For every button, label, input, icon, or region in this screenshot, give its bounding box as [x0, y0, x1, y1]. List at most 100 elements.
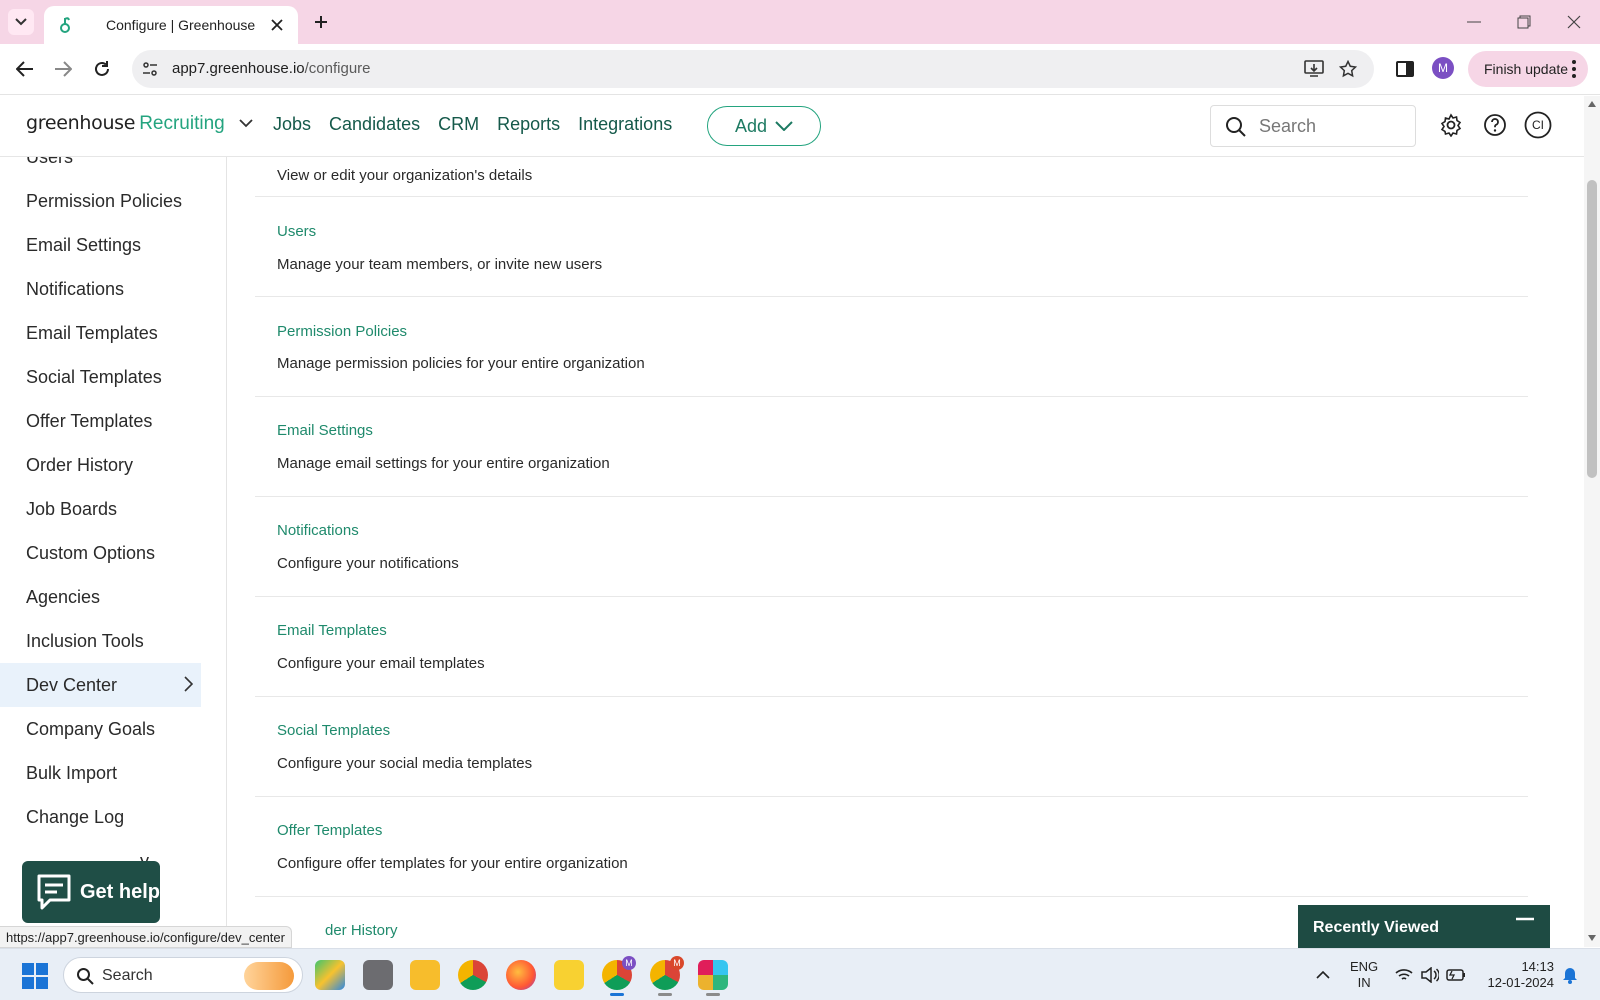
search-icon	[77, 968, 94, 985]
config-row-notifications: Notifications Configure your notificatio…	[255, 497, 1528, 597]
chrome-profile-2-icon[interactable]: M	[650, 956, 684, 996]
sidebar-item-email-templates[interactable]: Email Templates	[0, 311, 201, 355]
search-icon	[1226, 117, 1246, 137]
config-row-email-settings: Email Settings Manage email settings for…	[255, 397, 1528, 497]
show-hidden-icons-button[interactable]	[1313, 965, 1333, 985]
firefox-icon[interactable]	[506, 960, 536, 990]
nav-jobs[interactable]: Jobs	[273, 114, 311, 135]
sidebar-item-change-log[interactable]: Change Log	[0, 795, 201, 839]
restore-icon	[1517, 15, 1531, 29]
restore-window-button[interactable]	[1510, 8, 1538, 36]
search-input[interactable]	[1259, 114, 1409, 138]
config-row-organization: View or edit your organization's details	[255, 157, 1528, 197]
task-view-icon[interactable]	[363, 960, 393, 990]
sidebar-item-company-goals[interactable]: Company Goals	[0, 707, 201, 751]
forward-button[interactable]	[50, 56, 76, 82]
config-link-users[interactable]: Users	[277, 223, 316, 240]
bookmark-star-icon[interactable]	[1338, 59, 1358, 79]
page-scrollbar[interactable]	[1584, 96, 1600, 947]
sidebar-item-bulk-import[interactable]: Bulk Import	[0, 751, 201, 795]
address-bar[interactable]: app7.greenhouse.io/configure	[132, 50, 1374, 88]
recently-viewed-label: Recently Viewed	[1313, 919, 1439, 936]
chrome-profile-1-icon[interactable]: M	[602, 956, 636, 996]
copilot-app-icon[interactable]	[315, 960, 345, 990]
user-avatar[interactable]: CI	[1524, 111, 1552, 139]
sidebar-item-email-settings[interactable]: Email Settings	[0, 223, 201, 267]
wifi-icon[interactable]	[1394, 965, 1414, 985]
chrome-icon[interactable]	[458, 960, 488, 990]
slack-icon[interactable]	[698, 960, 728, 996]
sidebar-item-order-history[interactable]: Order History	[0, 443, 201, 487]
chat-bubble-icon	[37, 874, 71, 910]
windows-taskbar: Search M M ENG IN 14:13 12-01-2024	[0, 948, 1600, 1000]
add-button[interactable]: Add	[707, 106, 821, 146]
windows-start-button[interactable]	[22, 963, 48, 989]
sidebar-item-custom-options[interactable]: Custom Options	[0, 531, 201, 575]
sidebar-item-social-templates[interactable]: Social Templates	[0, 355, 201, 399]
volume-icon[interactable]	[1420, 965, 1440, 985]
config-row-description: Manage permission policies for your enti…	[277, 355, 645, 372]
close-icon	[271, 19, 283, 31]
profile-avatar[interactable]: M	[1432, 57, 1454, 79]
header-search[interactable]	[1210, 105, 1416, 147]
config-link-email-templates[interactable]: Email Templates	[277, 622, 387, 639]
get-help-button[interactable]: Get help	[22, 861, 160, 923]
config-link-email-settings[interactable]: Email Settings	[277, 422, 373, 439]
finish-update-button[interactable]: Finish update	[1468, 51, 1588, 87]
config-link-order-history[interactable]: der History	[325, 922, 398, 939]
sidebar-item-offer-templates[interactable]: Offer Templates	[0, 399, 201, 443]
config-link-offer-templates[interactable]: Offer Templates	[277, 822, 382, 839]
reload-button[interactable]	[89, 56, 115, 82]
sidebar-item-agencies[interactable]: Agencies	[0, 575, 201, 619]
close-window-button[interactable]	[1560, 8, 1588, 36]
sticky-notes-icon[interactable]	[554, 960, 584, 990]
configure-sidebar: Users Permission Policies Email Settings…	[0, 157, 227, 947]
tab-title: Configure | Greenhouse	[106, 17, 256, 33]
reload-icon	[95, 61, 109, 76]
settings-button[interactable]	[1437, 111, 1465, 139]
product-switcher[interactable]: greenhouse Recruiting	[26, 111, 253, 135]
config-row-description: Configure your social media templates	[277, 755, 533, 772]
clock[interactable]: 14:13 12-01-2024	[1484, 959, 1555, 991]
config-link-permission-policies[interactable]: Permission Policies	[277, 323, 407, 340]
nav-candidates[interactable]: Candidates	[329, 114, 420, 135]
profile-badge: M	[670, 956, 684, 970]
tab-close-button[interactable]	[268, 16, 286, 34]
taskbar-search-label: Search	[102, 967, 153, 984]
sidebar-item-dev-center[interactable]: Dev Center	[0, 663, 201, 707]
chevron-down-icon	[15, 18, 27, 26]
tab-search-button[interactable]	[8, 9, 34, 35]
greenhouse-favicon-icon	[60, 17, 70, 33]
config-link-notifications[interactable]: Notifications	[277, 522, 359, 539]
sidebar-item-job-boards[interactable]: Job Boards	[0, 487, 201, 531]
side-panel-button[interactable]	[1392, 56, 1418, 82]
nav-crm[interactable]: CRM	[438, 114, 479, 135]
site-info-icon[interactable]	[140, 59, 160, 79]
sidebar-item-inclusion-tools[interactable]: Inclusion Tools	[0, 619, 201, 663]
brand-logo: greenhouse	[26, 112, 136, 134]
language-indicator[interactable]: ENG IN	[1350, 959, 1378, 991]
install-app-icon[interactable]	[1304, 59, 1324, 79]
browser-tab-active[interactable]: Configure | Greenhouse	[44, 6, 298, 44]
minimize-window-button[interactable]	[1460, 8, 1488, 36]
config-link-social-templates[interactable]: Social Templates	[277, 722, 390, 739]
gear-icon	[1440, 113, 1462, 137]
sidebar-item-notifications[interactable]: Notifications	[0, 267, 201, 311]
new-tab-button[interactable]	[310, 11, 332, 33]
search-highlight-image	[244, 962, 294, 990]
nav-integrations[interactable]: Integrations	[578, 114, 672, 135]
battery-icon[interactable]	[1446, 965, 1466, 985]
nav-reports[interactable]: Reports	[497, 114, 560, 135]
sidebar-item-permission-policies[interactable]: Permission Policies	[0, 179, 201, 223]
recently-viewed-panel[interactable]: Recently Viewed	[1298, 905, 1550, 949]
scroll-thumb[interactable]	[1587, 180, 1597, 478]
notification-bell-icon[interactable]	[1560, 965, 1580, 985]
minimize-icon[interactable]	[1516, 917, 1534, 921]
scroll-down-arrow[interactable]	[1588, 934, 1596, 942]
back-button[interactable]	[12, 56, 38, 82]
help-button[interactable]	[1481, 111, 1509, 139]
taskbar-search[interactable]: Search	[63, 957, 303, 993]
file-explorer-icon[interactable]	[410, 960, 440, 990]
scroll-up-arrow[interactable]	[1588, 100, 1596, 108]
sidebar-item-users[interactable]: Users	[0, 157, 201, 179]
